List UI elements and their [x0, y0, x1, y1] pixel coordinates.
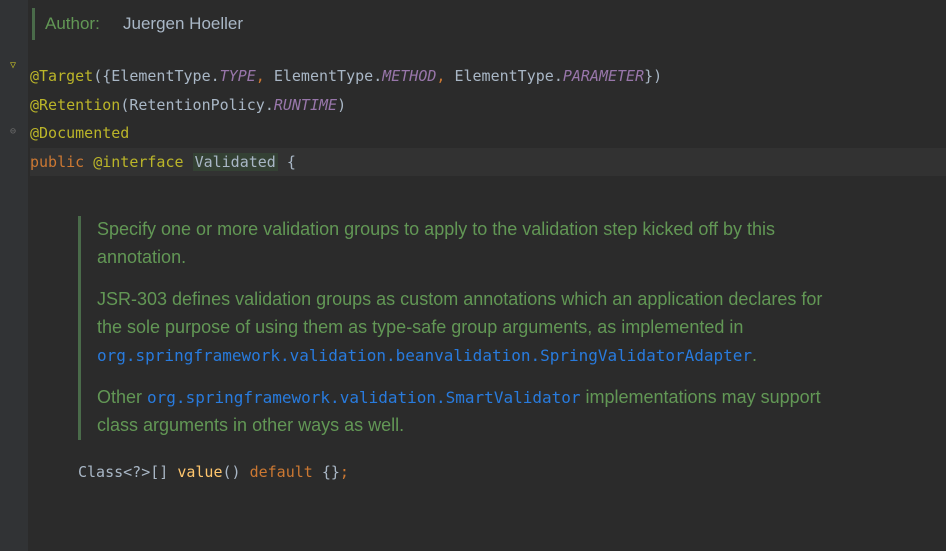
- author-name: Juergen Hoeller: [109, 14, 243, 33]
- documented-annotation-line: @Documented: [30, 119, 946, 148]
- method-declaration: Class<?>[] value() default {};: [78, 458, 946, 487]
- code-editor[interactable]: Author: Juergen Hoeller @Target({Element…: [0, 0, 946, 486]
- javadoc-paragraph: Specify one or more validation groups to…: [97, 216, 838, 272]
- target-annotation-line: @Target({ElementType.TYPE, ElementType.M…: [30, 62, 946, 91]
- collapse-icon[interactable]: ▽: [6, 58, 20, 72]
- javadoc-author-line: Author: Juergen Hoeller: [32, 8, 946, 40]
- class-name: Validated: [193, 153, 278, 171]
- author-tag: Author:: [45, 14, 100, 33]
- javadoc-block: Specify one or more validation groups to…: [78, 216, 838, 439]
- javadoc-paragraph: JSR-303 defines validation groups as cus…: [97, 286, 838, 370]
- method-name: value: [177, 463, 222, 481]
- collapse-icon[interactable]: ⊖: [6, 124, 20, 138]
- code-reference: org.springframework.validation.beanvalid…: [97, 346, 752, 365]
- retention-annotation-line: @Retention(RetentionPolicy.RUNTIME): [30, 91, 946, 120]
- gutter: ▽ ⊖: [0, 0, 28, 551]
- code-reference: org.springframework.validation.SmartVali…: [147, 388, 580, 407]
- javadoc-paragraph: Other org.springframework.validation.Sma…: [97, 384, 838, 440]
- class-declaration-line: public @interface Validated {: [30, 148, 946, 177]
